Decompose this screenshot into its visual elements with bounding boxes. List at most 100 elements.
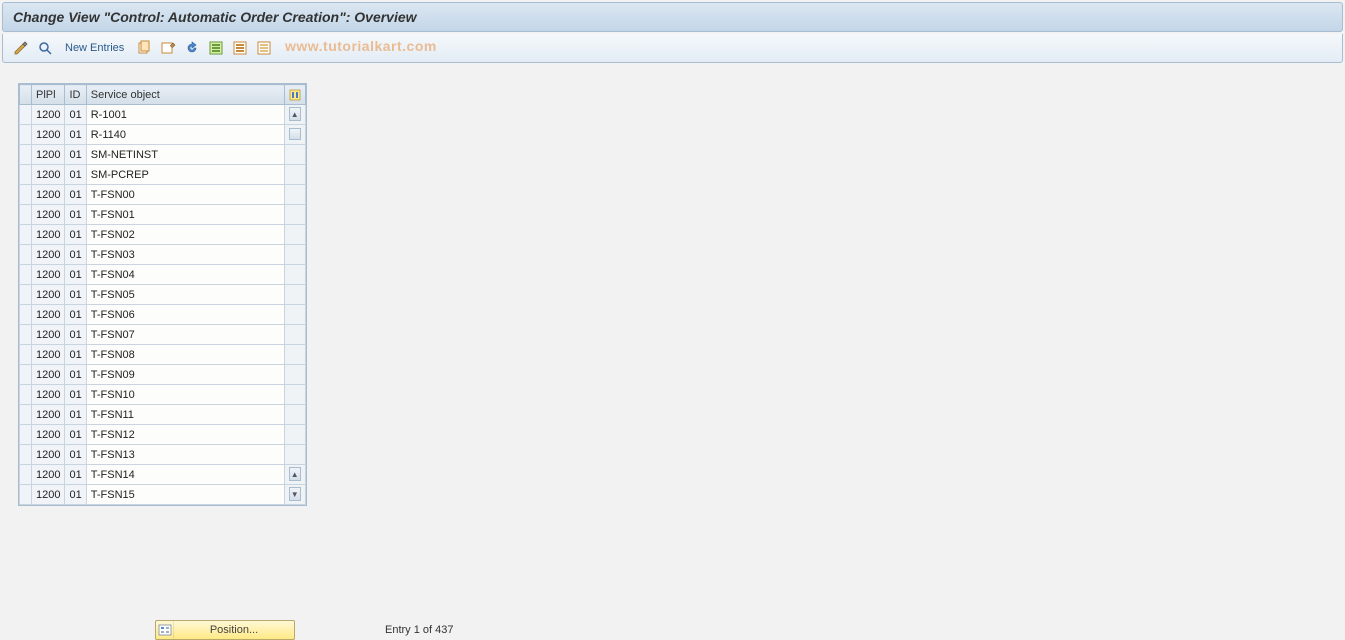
table-row[interactable]: 120001T-FSN02	[20, 225, 306, 245]
cell-service-object[interactable]: T-FSN05	[86, 285, 284, 305]
table-row[interactable]: 120001T-FSN09	[20, 365, 306, 385]
scroll-thumb[interactable]	[284, 125, 305, 145]
scroll-track[interactable]	[284, 165, 305, 185]
cell-service-object[interactable]: T-FSN13	[86, 445, 284, 465]
row-selector[interactable]	[20, 225, 32, 245]
cell-id[interactable]: 01	[65, 425, 86, 445]
scroll-track[interactable]	[284, 445, 305, 465]
table-row[interactable]: 120001T-FSN13	[20, 445, 306, 465]
row-selector[interactable]	[20, 105, 32, 125]
cell-pipi[interactable]: 1200	[32, 125, 65, 145]
scroll-track[interactable]	[284, 145, 305, 165]
scroll-track[interactable]	[284, 225, 305, 245]
delete-icon[interactable]	[158, 38, 178, 58]
column-header-id[interactable]: ID	[65, 85, 86, 105]
cell-id[interactable]: 01	[65, 185, 86, 205]
cell-service-object[interactable]: T-FSN07	[86, 325, 284, 345]
cell-pipi[interactable]: 1200	[32, 485, 65, 505]
row-selector[interactable]	[20, 125, 32, 145]
cell-pipi[interactable]: 1200	[32, 405, 65, 425]
cell-id[interactable]: 01	[65, 285, 86, 305]
scroll-down-button[interactable]: ▼	[284, 485, 305, 505]
row-selector[interactable]	[20, 325, 32, 345]
cell-service-object[interactable]: SM-PCREP	[86, 165, 284, 185]
scroll-track[interactable]	[284, 405, 305, 425]
cell-pipi[interactable]: 1200	[32, 265, 65, 285]
table-row[interactable]: 120001T-FSN10	[20, 385, 306, 405]
cell-service-object[interactable]: T-FSN14	[86, 465, 284, 485]
table-row[interactable]: 120001T-FSN12	[20, 425, 306, 445]
cell-service-object[interactable]: T-FSN09	[86, 365, 284, 385]
cell-pipi[interactable]: 1200	[32, 445, 65, 465]
cell-id[interactable]: 01	[65, 245, 86, 265]
cell-id[interactable]: 01	[65, 345, 86, 365]
cell-pipi[interactable]: 1200	[32, 145, 65, 165]
row-selector[interactable]	[20, 145, 32, 165]
row-selector[interactable]	[20, 205, 32, 225]
table-row[interactable]: 120001SM-PCREP	[20, 165, 306, 185]
cell-id[interactable]: 01	[65, 105, 86, 125]
table-row[interactable]: 120001T-FSN00	[20, 185, 306, 205]
scroll-track[interactable]	[284, 245, 305, 265]
cell-id[interactable]: 01	[65, 125, 86, 145]
cell-pipi[interactable]: 1200	[32, 245, 65, 265]
row-selector[interactable]	[20, 285, 32, 305]
cell-service-object[interactable]: T-FSN00	[86, 185, 284, 205]
change-display-icon[interactable]	[11, 38, 31, 58]
cell-id[interactable]: 01	[65, 165, 86, 185]
scroll-track[interactable]	[284, 285, 305, 305]
undo-icon[interactable]	[182, 38, 202, 58]
cell-pipi[interactable]: 1200	[32, 225, 65, 245]
cell-id[interactable]: 01	[65, 445, 86, 465]
scroll-up-button[interactable]: ▲	[284, 105, 305, 125]
position-button[interactable]: Position...	[155, 620, 295, 640]
table-row[interactable]: 120001T-FSN08	[20, 345, 306, 365]
scroll-track[interactable]	[284, 365, 305, 385]
row-selector[interactable]	[20, 385, 32, 405]
find-icon[interactable]	[35, 38, 55, 58]
cell-service-object[interactable]: T-FSN15	[86, 485, 284, 505]
row-selector[interactable]	[20, 185, 32, 205]
cell-pipi[interactable]: 1200	[32, 105, 65, 125]
cell-pipi[interactable]: 1200	[32, 425, 65, 445]
cell-service-object[interactable]: T-FSN01	[86, 205, 284, 225]
new-entries-button[interactable]: New Entries	[59, 38, 130, 58]
cell-pipi[interactable]: 1200	[32, 345, 65, 365]
cell-id[interactable]: 01	[65, 145, 86, 165]
table-row[interactable]: 120001T-FSN15▼	[20, 485, 306, 505]
column-header-service-object[interactable]: Service object	[86, 85, 284, 105]
table-row[interactable]: 120001R-1140	[20, 125, 306, 145]
row-selector[interactable]	[20, 245, 32, 265]
table-row[interactable]: 120001T-FSN14▲	[20, 465, 306, 485]
cell-id[interactable]: 01	[65, 405, 86, 425]
table-row[interactable]: 120001SM-NETINST	[20, 145, 306, 165]
cell-id[interactable]: 01	[65, 305, 86, 325]
cell-pipi[interactable]: 1200	[32, 325, 65, 345]
table-row[interactable]: 120001R-1001▲	[20, 105, 306, 125]
column-header-pipi[interactable]: PlPl	[32, 85, 65, 105]
cell-service-object[interactable]: T-FSN04	[86, 265, 284, 285]
cell-pipi[interactable]: 1200	[32, 185, 65, 205]
row-selector[interactable]	[20, 445, 32, 465]
table-row[interactable]: 120001T-FSN01	[20, 205, 306, 225]
select-block-icon[interactable]	[230, 38, 250, 58]
table-row[interactable]: 120001T-FSN11	[20, 405, 306, 425]
scroll-track[interactable]	[284, 185, 305, 205]
scroll-track[interactable]	[284, 305, 305, 325]
cell-pipi[interactable]: 1200	[32, 165, 65, 185]
cell-service-object[interactable]: T-FSN03	[86, 245, 284, 265]
scroll-track[interactable]	[284, 205, 305, 225]
cell-id[interactable]: 01	[65, 385, 86, 405]
row-selector[interactable]	[20, 485, 32, 505]
cell-service-object[interactable]: R-1140	[86, 125, 284, 145]
cell-id[interactable]: 01	[65, 205, 86, 225]
deselect-all-icon[interactable]	[254, 38, 274, 58]
scroll-track[interactable]	[284, 345, 305, 365]
row-selector[interactable]	[20, 305, 32, 325]
cell-pipi[interactable]: 1200	[32, 285, 65, 305]
row-selector[interactable]	[20, 465, 32, 485]
scroll-track[interactable]	[284, 325, 305, 345]
cell-pipi[interactable]: 1200	[32, 385, 65, 405]
cell-id[interactable]: 01	[65, 485, 86, 505]
cell-id[interactable]: 01	[65, 265, 86, 285]
